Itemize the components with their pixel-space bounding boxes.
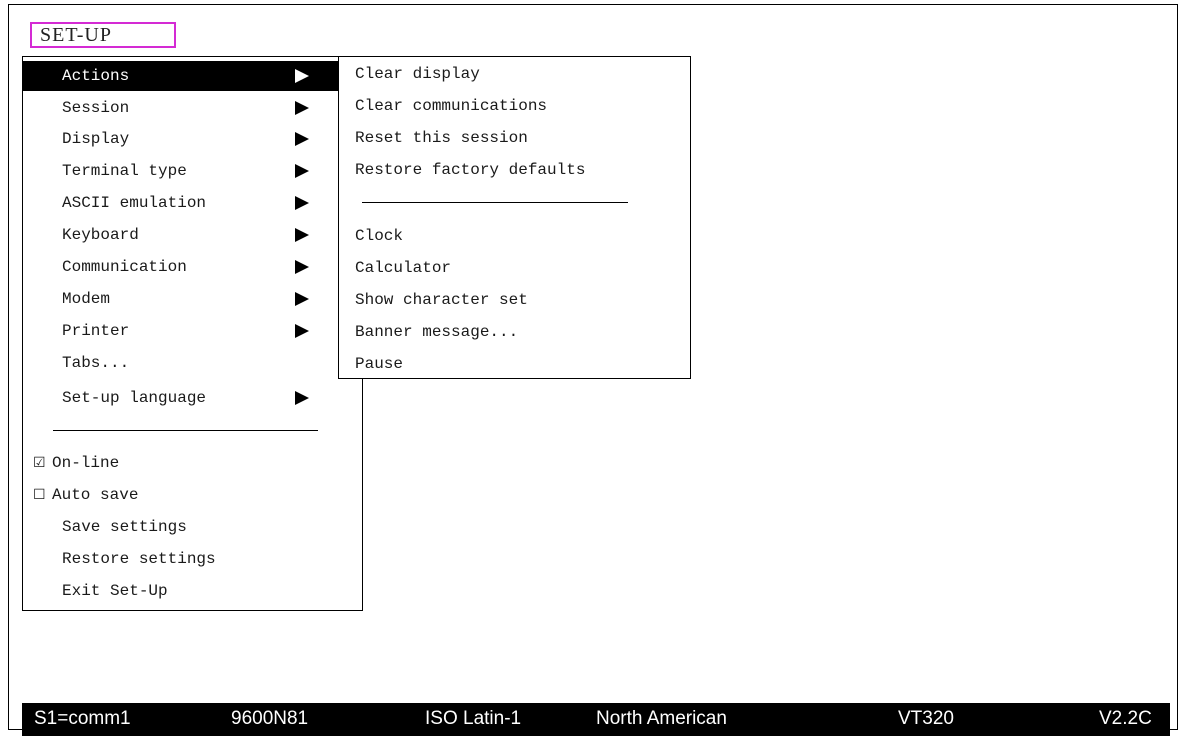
menu-item-terminal-type[interactable]: Terminal type: [23, 156, 362, 186]
menu-item-label: ASCII emulation: [62, 194, 207, 212]
menu-item-label: Printer: [62, 322, 130, 340]
menu-item-save-settings[interactable]: Save settings: [23, 512, 362, 542]
check-item-label: Auto save: [52, 486, 139, 504]
menu-divider: [53, 430, 318, 431]
menu-item-session[interactable]: Session: [23, 93, 362, 123]
menu-item-label: Communication: [62, 258, 187, 276]
menu-item-label: Keyboard: [62, 226, 139, 244]
menu-item-printer[interactable]: Printer: [23, 316, 362, 346]
submenu-item-label: Clear display: [355, 65, 480, 83]
menu-item-modem[interactable]: Modem: [23, 284, 362, 314]
submenu-item-label: Clear communications: [355, 97, 548, 115]
check-item-auto-save[interactable]: ☐ Auto save: [23, 480, 362, 510]
menu-item-tabs[interactable]: Tabs...: [23, 348, 362, 378]
check-item-on-line[interactable]: ☑ On-line: [23, 448, 362, 478]
setup-main-menu: Actions Session Display Terminal type AS…: [22, 56, 363, 611]
status-bar: S1=comm1 9600N81 ISO Latin-1 North Ameri…: [22, 703, 1170, 736]
menu-item-setup-language[interactable]: Set-up language: [23, 383, 362, 413]
submenu-item-clear-display[interactable]: Clear display: [339, 59, 690, 89]
submenu-arrow-icon: [295, 69, 309, 83]
check-item-label: On-line: [52, 454, 120, 472]
actions-submenu: Clear display Clear communications Reset…: [338, 56, 691, 379]
submenu-item-label: Show character set: [355, 291, 528, 309]
submenu-item-calculator[interactable]: Calculator: [339, 253, 690, 283]
submenu-item-label: Pause: [355, 355, 404, 373]
submenu-item-label: Calculator: [355, 259, 452, 277]
submenu-item-label: Reset this session: [355, 129, 528, 147]
status-session: S1=comm1: [34, 708, 131, 729]
menu-item-restore-settings[interactable]: Restore settings: [23, 544, 362, 574]
submenu-item-label: Clock: [355, 227, 404, 245]
submenu-arrow-icon: [295, 196, 309, 210]
menu-item-label: Terminal type: [62, 162, 187, 180]
submenu-item-clear-communications[interactable]: Clear communications: [339, 91, 690, 121]
submenu-item-reset-session[interactable]: Reset this session: [339, 123, 690, 153]
submenu-item-show-character-set[interactable]: Show character set: [339, 285, 690, 315]
setup-title: SET-UP: [30, 22, 176, 48]
submenu-item-clock[interactable]: Clock: [339, 221, 690, 251]
submenu-arrow-icon: [295, 324, 309, 338]
menu-item-label: Save settings: [62, 518, 187, 536]
menu-item-label: Session: [62, 99, 130, 117]
menu-item-ascii-emulation[interactable]: ASCII emulation: [23, 188, 362, 218]
submenu-arrow-icon: [295, 292, 309, 306]
menu-item-label: Tabs...: [62, 354, 130, 372]
menu-item-keyboard[interactable]: Keyboard: [23, 220, 362, 250]
submenu-divider: [362, 202, 628, 203]
submenu-arrow-icon: [295, 164, 309, 178]
menu-item-display[interactable]: Display: [23, 124, 362, 154]
submenu-arrow-icon: [295, 260, 309, 274]
submenu-arrow-icon: [295, 101, 309, 115]
status-character-set: ISO Latin-1: [425, 708, 522, 729]
menu-item-label: Display: [62, 130, 130, 148]
submenu-item-label: Restore factory defaults: [355, 161, 586, 179]
menu-item-label: Exit Set-Up: [62, 582, 168, 600]
unchecked-box-icon: ☐: [33, 487, 46, 503]
status-baud-rate: 9600N81: [231, 708, 309, 729]
menu-item-label: Set-up language: [62, 389, 207, 407]
status-version: V2.2C: [1099, 708, 1152, 729]
submenu-arrow-icon: [295, 391, 309, 405]
submenu-item-restore-factory-defaults[interactable]: Restore factory defaults: [339, 155, 690, 185]
menu-item-label: Restore settings: [62, 550, 216, 568]
status-keyboard-layout: North American: [596, 708, 727, 729]
menu-item-actions[interactable]: Actions: [23, 61, 362, 91]
submenu-arrow-icon: [295, 132, 309, 146]
menu-item-label: Actions: [62, 67, 130, 85]
status-terminal-type: VT320: [898, 708, 954, 729]
submenu-arrow-icon: [295, 228, 309, 242]
menu-item-label: Modem: [62, 290, 111, 308]
checked-box-icon: ☑: [33, 455, 46, 471]
menu-item-communication[interactable]: Communication: [23, 252, 362, 282]
submenu-item-pause[interactable]: Pause: [339, 349, 690, 379]
submenu-item-label: Banner message...: [355, 323, 519, 341]
submenu-item-banner-message[interactable]: Banner message...: [339, 317, 690, 347]
menu-item-exit-setup[interactable]: Exit Set-Up: [23, 576, 362, 606]
